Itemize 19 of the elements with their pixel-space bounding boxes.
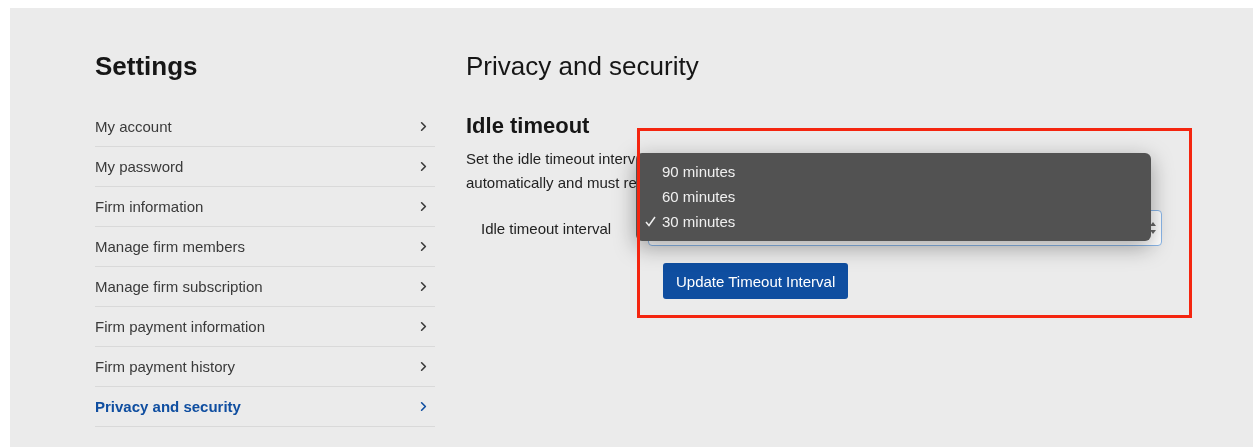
sidebar-item[interactable]: Firm information <box>95 187 435 227</box>
sidebar-item[interactable]: Manage firm subscription <box>95 267 435 307</box>
select-arrows-icon <box>1149 221 1157 235</box>
settings-title: Settings <box>95 51 199 81</box>
menu-option[interactable]: 60 minutes <box>636 184 1151 209</box>
field-label: Idle timeout interval <box>480 219 613 237</box>
sidebar-item[interactable]: Firm payment history <box>95 347 435 387</box>
sidebar-item[interactable]: Privacy and security <box>95 387 435 427</box>
sidebar-item[interactable]: My account <box>95 107 435 147</box>
sidebar-item[interactable]: Firm payment information <box>95 307 435 347</box>
page-title: Privacy and security <box>466 51 700 81</box>
sidebar-item[interactable]: My password <box>95 147 435 187</box>
section-title: Idle timeout <box>466 113 591 139</box>
update-button[interactable]: Update Timeout Interval <box>663 263 849 299</box>
menu-option[interactable]: 30 minutes <box>636 209 1151 234</box>
description-text: Set the idle timeout interv <box>466 149 636 169</box>
menu-option[interactable]: 90 minutes <box>636 159 1151 184</box>
sidebar-item[interactable]: Manage firm members <box>95 227 435 267</box>
description-text: automatically and must re <box>466 173 637 193</box>
